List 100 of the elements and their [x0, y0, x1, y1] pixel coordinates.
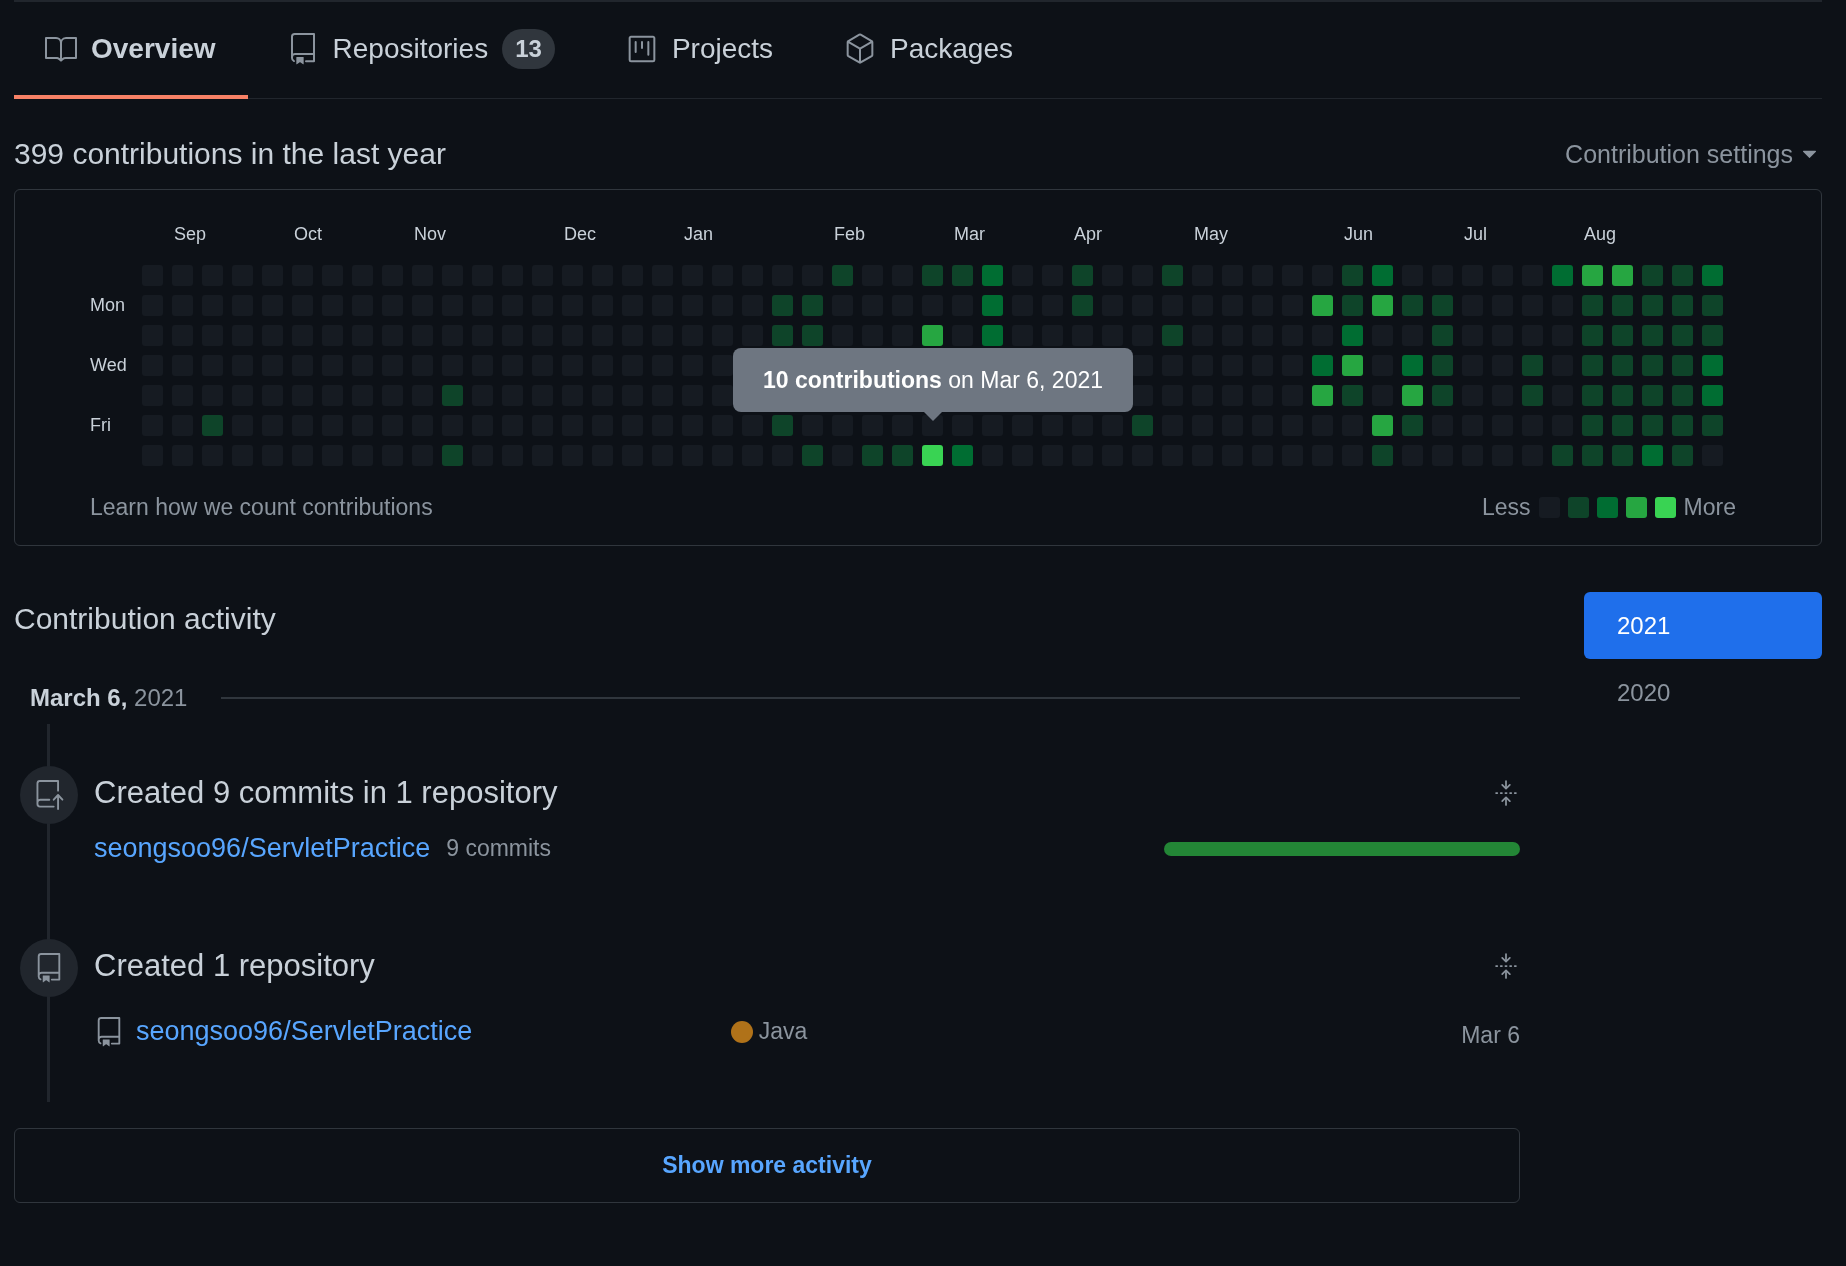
contribution-cell[interactable]: [922, 324, 943, 346]
contribution-cell[interactable]: [1582, 384, 1603, 406]
contribution-cell[interactable]: [1162, 324, 1183, 346]
contribution-cell[interactable]: [1612, 354, 1633, 376]
repository-link[interactable]: seongsoo96/ServletPractice: [136, 1016, 473, 1047]
contribution-cell[interactable]: [202, 414, 223, 436]
collapse-button[interactable]: [1492, 952, 1520, 980]
contribution-cell[interactable]: [1672, 264, 1693, 286]
contribution-cell[interactable]: [922, 444, 943, 466]
contribution-cell[interactable]: [982, 264, 1003, 286]
contribution-cell[interactable]: [712, 384, 733, 406]
contribution-cell[interactable]: [772, 324, 793, 346]
contribution-cell[interactable]: [1342, 264, 1363, 286]
contribution-cell[interactable]: [1372, 414, 1393, 436]
contribution-cell[interactable]: [982, 294, 1003, 316]
collapse-button[interactable]: [1492, 779, 1520, 807]
contribution-cell[interactable]: [1312, 384, 1333, 406]
tab[interactable]: Packages: [813, 2, 1045, 99]
contribution-cell[interactable]: [832, 264, 853, 286]
contribution-cell[interactable]: [1552, 444, 1573, 466]
contribution-cell[interactable]: [1642, 384, 1663, 406]
contribution-cell[interactable]: [1342, 294, 1363, 316]
year-filter[interactable]: 2020: [1584, 659, 1822, 726]
contribution-cell[interactable]: [1642, 294, 1663, 316]
contribution-cell[interactable]: [1552, 264, 1573, 286]
contribution-cell[interactable]: [982, 324, 1003, 346]
contribution-cell[interactable]: [802, 294, 823, 316]
contribution-cell[interactable]: [1132, 414, 1153, 436]
tab[interactable]: Projects: [594, 2, 806, 99]
contribution-cell[interactable]: [1072, 294, 1093, 316]
contribution-cell[interactable]: [1672, 324, 1693, 346]
contribution-cell[interactable]: [1432, 354, 1453, 376]
contribution-cell[interactable]: [1402, 294, 1423, 316]
contribution-cell[interactable]: [862, 444, 883, 466]
contribution-cell[interactable]: [1642, 444, 1663, 466]
contribution-cell[interactable]: [1702, 264, 1723, 286]
contribution-cell[interactable]: [1522, 354, 1543, 376]
tab[interactable]: Repositories 13: [255, 2, 587, 99]
contribution-cell[interactable]: [1432, 324, 1453, 346]
contribution-cell[interactable]: [1072, 264, 1093, 286]
contribution-cell[interactable]: [952, 444, 973, 466]
contribution-cell[interactable]: [1522, 384, 1543, 406]
show-more-button[interactable]: Show more activity: [14, 1128, 1520, 1203]
contribution-cell[interactable]: [1702, 414, 1723, 436]
contribution-cell[interactable]: [1702, 324, 1723, 346]
contribution-cell[interactable]: [1372, 444, 1393, 466]
contribution-cell[interactable]: [1372, 294, 1393, 316]
contribution-cell[interactable]: [802, 324, 823, 346]
contribution-cell[interactable]: [1312, 354, 1333, 376]
contribution-cell[interactable]: [1432, 294, 1453, 316]
contribution-cell[interactable]: [1342, 384, 1363, 406]
contribution-cell[interactable]: [1582, 414, 1603, 436]
contribution-cell[interactable]: [922, 264, 943, 286]
learn-contributions-link[interactable]: Learn how we count contributions: [90, 494, 433, 521]
contribution-cell[interactable]: [892, 444, 913, 466]
repository-link[interactable]: seongsoo96/ServletPractice: [94, 833, 431, 864]
contribution-cell[interactable]: [1402, 384, 1423, 406]
contribution-cell[interactable]: [442, 444, 463, 466]
contribution-cell[interactable]: [1582, 354, 1603, 376]
contribution-cell[interactable]: [442, 384, 463, 406]
contribution-cell[interactable]: [1582, 324, 1603, 346]
contribution-cell[interactable]: [1582, 264, 1603, 286]
contribution-cell[interactable]: [1612, 294, 1633, 316]
contribution-cell[interactable]: [772, 294, 793, 316]
contribution-cell[interactable]: [1642, 264, 1663, 286]
contribution-cell[interactable]: [1132, 384, 1153, 406]
contribution-cell[interactable]: [1702, 294, 1723, 316]
contribution-cell[interactable]: [1612, 324, 1633, 346]
contribution-cell[interactable]: [1702, 384, 1723, 406]
contribution-cell[interactable]: [1642, 414, 1663, 436]
tab[interactable]: Overview: [14, 2, 248, 99]
contribution-cell[interactable]: [802, 444, 823, 466]
contribution-cell[interactable]: [1162, 264, 1183, 286]
contribution-cell[interactable]: [1672, 414, 1693, 436]
contribution-cell[interactable]: [1402, 414, 1423, 436]
contribution-cell[interactable]: [1372, 264, 1393, 286]
contribution-cell[interactable]: [1672, 294, 1693, 316]
contribution-cell[interactable]: [1432, 384, 1453, 406]
contribution-cell[interactable]: [712, 354, 733, 376]
contribution-cell[interactable]: [1612, 444, 1633, 466]
contribution-cell[interactable]: [1672, 354, 1693, 376]
contribution-cell[interactable]: [1582, 294, 1603, 316]
contribution-cell[interactable]: [1342, 324, 1363, 346]
contribution-cell[interactable]: [1642, 354, 1663, 376]
contribution-cell[interactable]: [952, 264, 973, 286]
contribution-cell[interactable]: [772, 414, 793, 436]
contribution-cell[interactable]: [1132, 354, 1153, 376]
contribution-cell[interactable]: [1582, 444, 1603, 466]
contribution-cell[interactable]: [1702, 354, 1723, 376]
year-filter[interactable]: 2021: [1584, 592, 1822, 659]
contribution-cell[interactable]: [1612, 264, 1633, 286]
contribution-cell[interactable]: [1642, 324, 1663, 346]
contribution-cell[interactable]: [1342, 354, 1363, 376]
contribution-cell[interactable]: [1612, 384, 1633, 406]
contribution-cell[interactable]: [1312, 294, 1333, 316]
contribution-settings-dropdown[interactable]: Contribution settings: [1565, 139, 1822, 169]
contribution-cell[interactable]: [1672, 444, 1693, 466]
contribution-cell[interactable]: [1402, 354, 1423, 376]
contribution-cell[interactable]: [1612, 414, 1633, 436]
contribution-cell[interactable]: [1672, 384, 1693, 406]
